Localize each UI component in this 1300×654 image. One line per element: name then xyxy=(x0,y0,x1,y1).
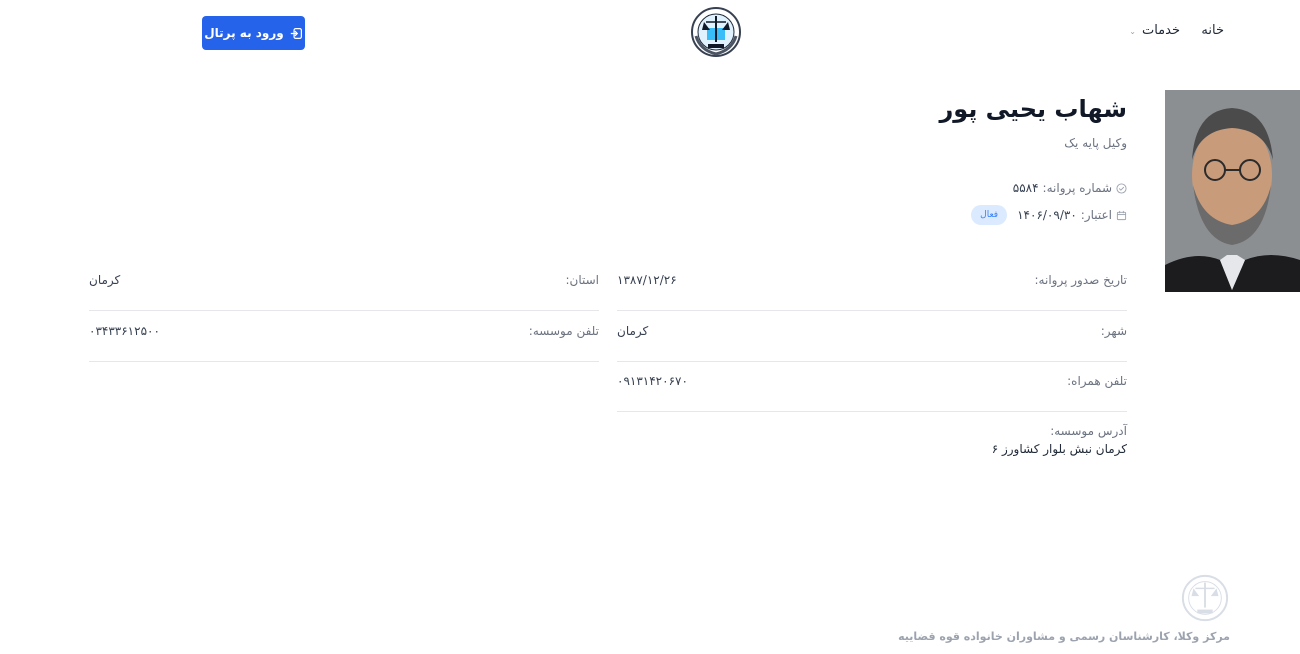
city-field: شهر: کرمان xyxy=(617,311,1127,362)
city-value: کرمان xyxy=(617,324,649,338)
lawyer-photo xyxy=(1165,90,1300,292)
license-row: شماره پروانه: ۵۵۸۴ xyxy=(1013,181,1127,195)
portal-login-button[interactable]: ورود به پرتال xyxy=(202,16,305,50)
mobile-label: تلفن همراه: xyxy=(1067,374,1127,388)
footer-text: مرکز وکلا، کارشناسان رسمی و مشاوران خانو… xyxy=(898,630,1230,643)
mobile-value: ۰۹۱۳۱۴۲۰۶۷۰ xyxy=(617,374,688,388)
nav-home-link[interactable]: خانه xyxy=(1201,23,1224,38)
address-value: کرمان نبش بلوار کشاورز ۶ xyxy=(991,442,1127,456)
office-phone-label: تلفن موسسه: xyxy=(528,324,599,338)
city-label: شهر: xyxy=(1100,324,1127,338)
mobile-field: تلفن همراه: ۰۹۱۳۱۴۲۰۶۷۰ xyxy=(617,361,1127,412)
license-label: شماره پروانه: xyxy=(1042,181,1112,195)
login-icon xyxy=(290,27,302,39)
nav-services-label: خدمات xyxy=(1141,23,1180,38)
address-label: آدرس موسسه: xyxy=(1050,424,1127,438)
nav-services-menu[interactable]: خدمات ⌄ xyxy=(1129,23,1180,38)
province-value: کرمان xyxy=(89,273,121,287)
footer-emblem-icon xyxy=(1181,574,1229,622)
office-phone-field: تلفن موسسه: ۰۳۴۳۳۶۱۲۵۰۰ xyxy=(89,311,599,362)
portal-button-label: ورود به پرتال xyxy=(204,26,284,40)
province-label: استان: xyxy=(565,273,599,287)
validity-row: اعتبار: ۱۴۰۶/۰۹/۳۰ فعال xyxy=(971,205,1127,225)
lawyer-rank: وکیل پایه یک xyxy=(1064,136,1127,150)
chevron-down-icon: ⌄ xyxy=(1129,27,1136,36)
validity-value: ۱۴۰۶/۰۹/۳۰ xyxy=(1017,208,1077,222)
province-field: استان: کرمان xyxy=(89,260,599,311)
status-badge: فعال xyxy=(971,205,1008,225)
office-phone-value: ۰۳۴۳۳۶۱۲۵۰۰ xyxy=(89,324,160,338)
lawyer-name: شهاب یحیی پور xyxy=(939,95,1127,123)
validity-label: اعتبار: xyxy=(1080,208,1112,222)
issue-date-label: تاریخ صدور پروانه: xyxy=(1034,273,1128,287)
judiciary-emblem-icon[interactable] xyxy=(690,6,742,58)
issue-date-value: ۱۳۸۷/۱۲/۲۶ xyxy=(617,273,677,287)
check-circle-icon xyxy=(1116,182,1127,194)
issue-date-field: تاریخ صدور پروانه: ۱۳۸۷/۱۲/۲۶ xyxy=(617,260,1127,311)
calendar-icon xyxy=(1116,210,1127,220)
license-value: ۵۵۸۴ xyxy=(1012,181,1039,195)
